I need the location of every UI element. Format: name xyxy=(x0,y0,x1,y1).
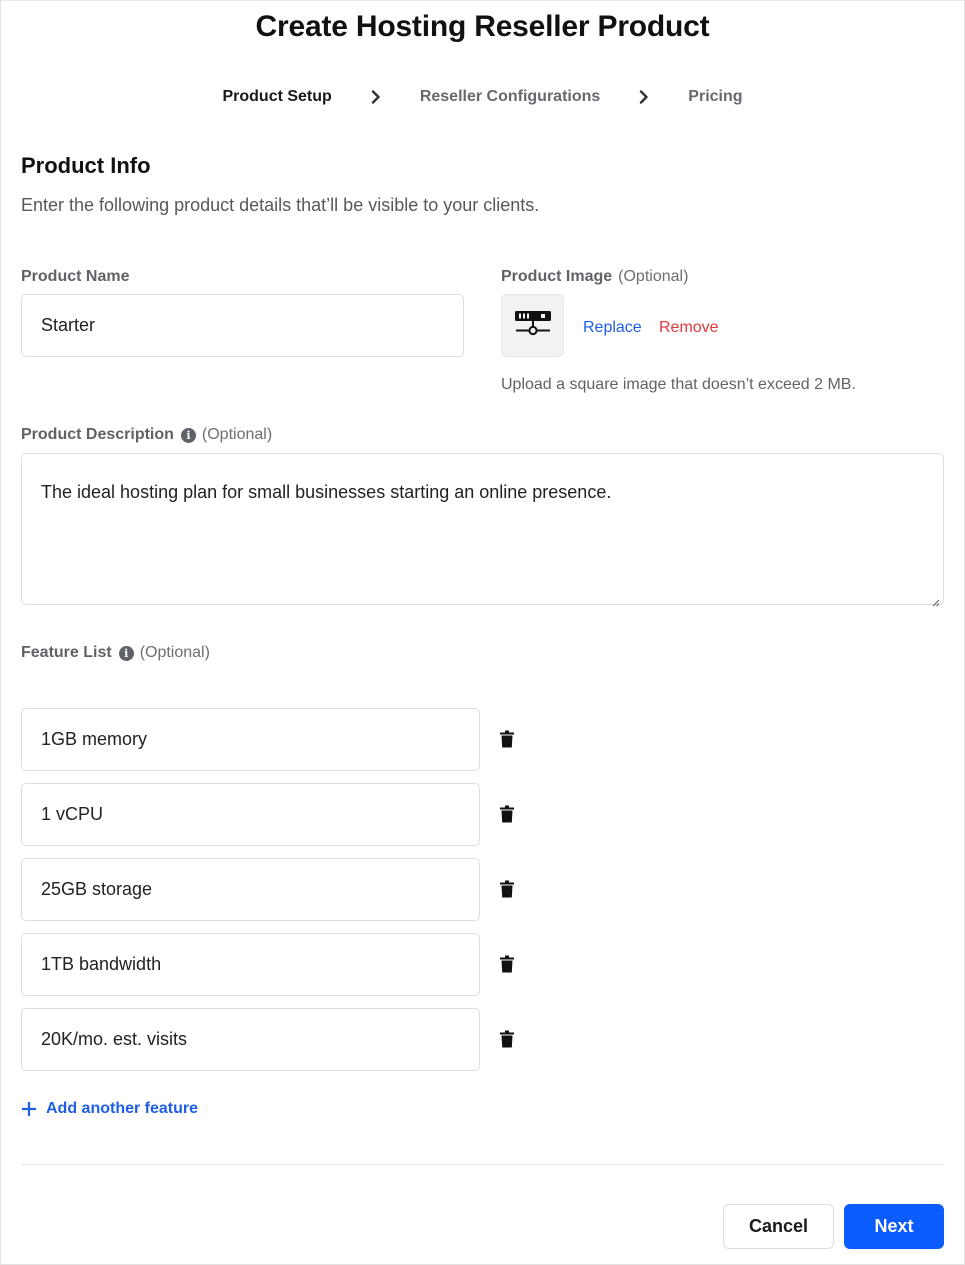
trash-icon[interactable] xyxy=(500,805,514,823)
trash-icon[interactable] xyxy=(500,955,514,973)
step-pricing[interactable]: Pricing xyxy=(688,88,742,106)
image-upload-hint: Upload a square image that doesn’t excee… xyxy=(501,376,856,393)
feature-row: 20K/mo. est. visits xyxy=(21,1008,541,1071)
feature-row: 1GB memory xyxy=(21,708,541,771)
step-reseller-configurations[interactable]: Reseller Configurations xyxy=(420,88,600,106)
resize-handle-icon[interactable] xyxy=(930,591,940,607)
chevron-right-icon xyxy=(638,90,650,104)
page-title: Create Hosting Reseller Product xyxy=(255,10,710,43)
info-icon[interactable]: i xyxy=(118,645,134,661)
feature-input[interactable]: 1TB bandwidth xyxy=(21,933,480,996)
trash-icon[interactable] xyxy=(500,880,514,898)
product-image-thumbnail[interactable] xyxy=(501,294,564,357)
product-name-label-text: Product Name xyxy=(21,268,130,285)
feature-value: 25GB storage xyxy=(41,879,153,899)
feature-input[interactable]: 20K/mo. est. visits xyxy=(21,1008,480,1071)
feature-value: 20K/mo. est. visits xyxy=(41,1029,188,1049)
product-description-label: Product Description i (Optional) xyxy=(21,426,272,444)
next-button[interactable]: Next xyxy=(844,1204,944,1249)
feature-input[interactable]: 1 vCPU xyxy=(21,783,480,846)
feature-value: 1GB memory xyxy=(41,729,148,749)
feature-list-label: Feature List i (Optional) xyxy=(21,644,210,662)
feature-value: 1TB bandwidth xyxy=(41,954,162,974)
stepper: Product Setup Reseller Configurations Pr… xyxy=(0,88,965,106)
remove-image-link[interactable]: Remove xyxy=(659,319,719,337)
optional-tag: (Optional) xyxy=(618,268,689,285)
add-feature-label: Add another feature xyxy=(46,1100,199,1117)
replace-image-link[interactable]: Replace xyxy=(583,319,642,337)
section-subtitle: Enter the following product details that… xyxy=(21,195,540,215)
server-network-icon xyxy=(514,310,552,341)
feature-row: 1 vCPU xyxy=(21,783,541,846)
product-description-textarea[interactable]: The ideal hosting plan for small busines… xyxy=(21,453,944,607)
optional-tag: (Optional) xyxy=(139,644,210,661)
footer-divider xyxy=(21,1164,944,1165)
cancel-button[interactable]: Cancel xyxy=(723,1204,834,1249)
feature-input[interactable]: 25GB storage xyxy=(21,858,480,921)
feature-row: 25GB storage xyxy=(21,858,541,921)
add-feature-button[interactable]: Add another feature xyxy=(21,1100,198,1118)
optional-tag: (Optional) xyxy=(201,426,273,443)
product-name-input[interactable]: Starter xyxy=(21,294,464,357)
step-product-setup[interactable]: Product Setup xyxy=(222,88,331,106)
product-name-label: Product Name xyxy=(21,268,129,286)
section-title: Product Info xyxy=(21,153,151,178)
feature-row: 1TB bandwidth xyxy=(21,933,541,996)
trash-icon[interactable] xyxy=(500,1030,514,1048)
feature-list-label-text: Feature List xyxy=(21,644,112,661)
feature-input[interactable]: 1GB memory xyxy=(21,708,480,771)
feature-value: 1 vCPU xyxy=(41,804,104,824)
info-icon[interactable]: i xyxy=(180,427,196,443)
chevron-right-icon xyxy=(370,90,382,104)
product-image-label: Product Image (Optional) xyxy=(501,268,688,286)
page-frame xyxy=(0,0,965,1265)
product-description-value: The ideal hosting plan for small busines… xyxy=(41,482,612,502)
product-name-value: Starter xyxy=(41,315,96,335)
product-description-label-text: Product Description xyxy=(21,426,174,443)
trash-icon[interactable] xyxy=(500,730,514,748)
product-image-label-text: Product Image xyxy=(501,268,613,285)
plus-icon xyxy=(21,1101,37,1117)
